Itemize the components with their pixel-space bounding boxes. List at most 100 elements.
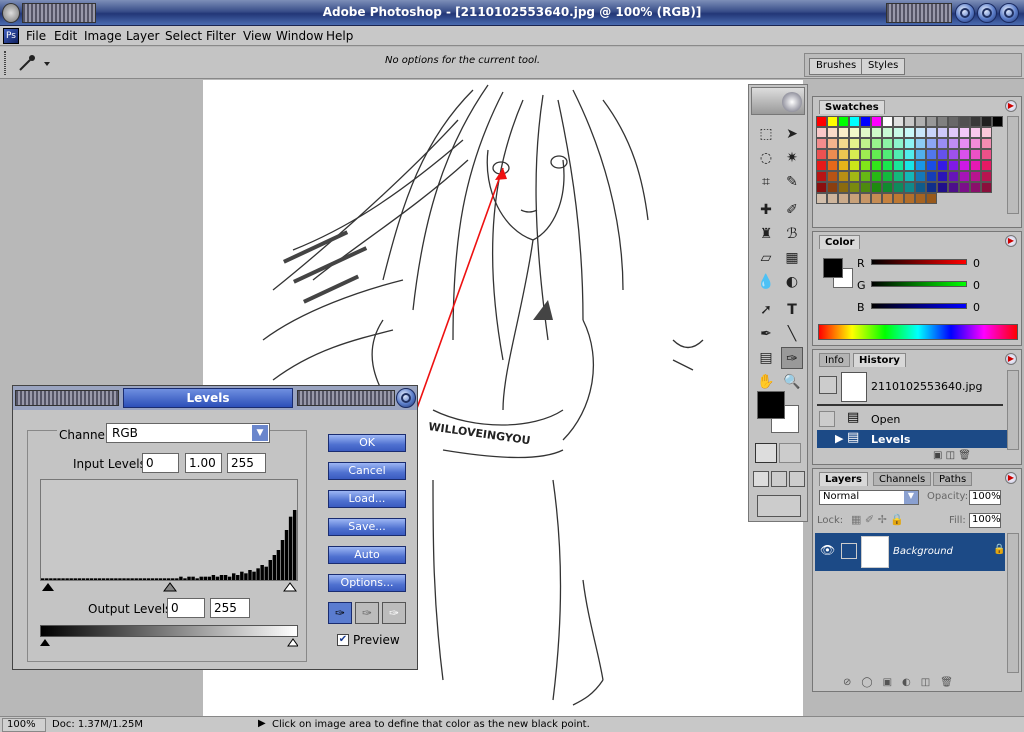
input-slider-track[interactable] [40, 581, 298, 593]
swatch[interactable] [904, 149, 915, 160]
cancel-button[interactable]: Cancel [328, 462, 406, 480]
swatch[interactable] [948, 149, 959, 160]
marquee-tool[interactable]: ⬚ [755, 123, 777, 145]
swatch[interactable] [849, 160, 860, 171]
swatch[interactable] [849, 182, 860, 193]
swatch[interactable] [816, 160, 827, 171]
black-point-slider[interactable] [42, 583, 54, 591]
swatch[interactable] [926, 138, 937, 149]
swatch[interactable] [970, 160, 981, 171]
swatch[interactable] [959, 138, 970, 149]
swatch[interactable] [827, 138, 838, 149]
swatch[interactable] [838, 160, 849, 171]
channel-g-value[interactable]: 0 [973, 279, 980, 292]
options-button[interactable]: Options... [328, 574, 406, 592]
swatch[interactable] [827, 193, 838, 204]
swatch[interactable] [937, 160, 948, 171]
swatch[interactable] [893, 149, 904, 160]
slice-tool[interactable]: ✎ [781, 171, 803, 193]
swatch[interactable] [926, 171, 937, 182]
swatch[interactable] [904, 127, 915, 138]
swatch[interactable] [937, 182, 948, 193]
tab-color[interactable]: Color [819, 235, 861, 249]
well-tab-styles[interactable]: Styles [861, 58, 906, 75]
move-tool[interactable]: ➤ [781, 123, 803, 145]
menu-window[interactable]: Window [276, 29, 323, 43]
swatch[interactable] [838, 138, 849, 149]
status-arrow-icon[interactable]: ▶ [258, 718, 266, 729]
swatch[interactable] [937, 116, 948, 127]
swatch[interactable] [827, 182, 838, 193]
swatch[interactable] [937, 149, 948, 160]
swatch[interactable] [882, 149, 893, 160]
blur-tool[interactable]: 💧 [755, 271, 777, 293]
swatch[interactable] [849, 116, 860, 127]
swatch[interactable] [882, 182, 893, 193]
output-white-field[interactable]: 255 [210, 598, 250, 618]
tab-swatches[interactable]: Swatches [819, 100, 885, 114]
swatch[interactable] [959, 171, 970, 182]
swatch[interactable] [959, 160, 970, 171]
swatch[interactable] [904, 182, 915, 193]
swatch[interactable] [981, 182, 992, 193]
swatch[interactable] [882, 116, 893, 127]
white-eyedropper-button[interactable]: ✑ [382, 602, 406, 624]
swatch[interactable] [838, 149, 849, 160]
swatch[interactable] [948, 116, 959, 127]
swatch[interactable] [893, 116, 904, 127]
ok-button[interactable]: OK [328, 434, 406, 452]
history-brush-tool[interactable]: ℬ [781, 223, 803, 245]
swatch[interactable] [816, 193, 827, 204]
swatch[interactable] [849, 171, 860, 182]
tab-channels[interactable]: Channels [873, 472, 932, 486]
swatch[interactable] [860, 138, 871, 149]
channel-select[interactable]: RGB ▼ [106, 423, 270, 443]
document-icon[interactable]: Ps [3, 28, 19, 44]
swatch[interactable] [827, 149, 838, 160]
swatch[interactable] [838, 193, 849, 204]
swatches-menu-button[interactable]: ▶ [1005, 100, 1017, 112]
input-black-field[interactable]: 0 [142, 453, 179, 473]
tab-info[interactable]: Info [819, 353, 850, 367]
history-menu-button[interactable]: ▶ [1005, 353, 1017, 365]
eye-icon[interactable]: 👁 [820, 543, 835, 557]
swatch[interactable] [871, 149, 882, 160]
black-eyedropper-button[interactable]: ✑ [328, 602, 352, 624]
swatch[interactable] [893, 138, 904, 149]
gray-eyedropper-button[interactable]: ✑ [355, 602, 379, 624]
swatch[interactable] [893, 160, 904, 171]
crop-tool[interactable]: ⌗ [755, 171, 777, 193]
swatch[interactable] [915, 138, 926, 149]
output-slider-track[interactable] [40, 637, 299, 647]
toolbox-header[interactable] [751, 87, 805, 115]
swatch[interactable] [904, 116, 915, 127]
swatch[interactable] [860, 182, 871, 193]
swatch[interactable] [871, 116, 882, 127]
swatch[interactable] [904, 193, 915, 204]
maximize-button[interactable] [977, 3, 997, 23]
swatch[interactable] [959, 182, 970, 193]
swatch[interactable] [904, 171, 915, 182]
swatch[interactable] [860, 127, 871, 138]
swatch[interactable] [970, 182, 981, 193]
swatch[interactable] [981, 116, 992, 127]
swatch[interactable] [816, 138, 827, 149]
swatch[interactable] [838, 116, 849, 127]
swatch[interactable] [904, 138, 915, 149]
standard-mode-button[interactable] [755, 443, 777, 463]
menu-help[interactable]: Help [326, 29, 353, 43]
swatch[interactable] [959, 149, 970, 160]
swatch[interactable] [827, 127, 838, 138]
swatch[interactable] [860, 149, 871, 160]
zoom-tool[interactable]: 🔍 [781, 371, 803, 393]
swatch[interactable] [871, 182, 882, 193]
history-footer-buttons[interactable]: ▣ ◫ 🗑 [933, 450, 1013, 462]
swatch[interactable] [860, 160, 871, 171]
swatch[interactable] [849, 193, 860, 204]
swatch[interactable] [838, 182, 849, 193]
load-button[interactable]: Load... [328, 490, 406, 508]
swatch[interactable] [926, 149, 937, 160]
input-white-field[interactable]: 255 [227, 453, 266, 473]
line-tool[interactable]: ╲ [781, 323, 803, 345]
healing-brush-tool[interactable]: ✚ [755, 199, 777, 221]
